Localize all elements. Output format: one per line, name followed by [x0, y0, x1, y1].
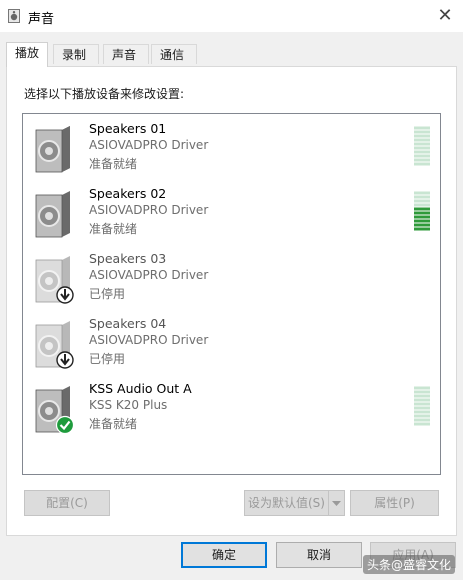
meter-segment [414, 410, 430, 414]
speaker-disabled-icon [35, 321, 74, 369]
meter-segment [414, 402, 430, 406]
window-title: 声音 [28, 12, 55, 27]
meter-segment [414, 386, 430, 390]
meter-segment [414, 138, 430, 142]
meter-segment [414, 130, 430, 134]
meter-segment [414, 211, 430, 215]
device-name: Speakers 03 [89, 251, 167, 266]
volume-meter [414, 191, 430, 231]
meter-segment [414, 154, 430, 158]
meter-segment [414, 223, 430, 227]
tab-playback[interactable]: 播放 [6, 42, 48, 67]
speaker-default-icon [35, 386, 75, 434]
meter-segment [414, 158, 430, 162]
device-driver: ASIOVADPRO Driver [89, 333, 209, 347]
set-default-button[interactable]: 设为默认值(S) [244, 490, 345, 516]
instruction-text: 选择以下播放设备来修改设置: [24, 87, 185, 101]
properties-button[interactable]: 属性(P) [350, 490, 439, 516]
device-driver: ASIOVADPRO Driver [89, 203, 209, 217]
device-item-speakers-02[interactable]: Speakers 02 ASIOVADPRO Driver 准备就绪 [23, 183, 440, 247]
device-driver: ASIOVADPRO Driver [89, 268, 209, 282]
speaker-icon [35, 191, 70, 238]
meter-segment [414, 422, 430, 426]
device-item-speakers-01[interactable]: Speakers 01 ASIOVADPRO Driver 准备就绪 [23, 118, 440, 182]
meter-segment [414, 162, 430, 166]
ok-button[interactable]: 确定 [181, 542, 267, 568]
meter-segment [414, 146, 430, 150]
speaker-app-icon [8, 9, 20, 23]
set-default-label: 设为默认值(S) [248, 496, 325, 510]
chevron-down-icon[interactable] [328, 491, 344, 515]
meter-segment [414, 191, 430, 195]
device-status: 准备就绪 [89, 157, 138, 171]
volume-meter [414, 126, 430, 166]
speaker-disabled-icon [35, 256, 74, 304]
tab-sounds[interactable]: 声音 [103, 44, 149, 64]
meter-segment [414, 406, 430, 410]
tab-communications[interactable]: 通信 [151, 44, 197, 64]
meter-segment [414, 199, 430, 203]
meter-segment [414, 150, 430, 154]
meter-segment [414, 215, 430, 219]
device-item-speakers-04[interactable]: Speakers 04 ASIOVADPRO Driver 已停用 [23, 313, 440, 377]
device-item-kss-audio-out-a[interactable]: KSS Audio Out A KSS K20 Plus 准备就绪 [23, 378, 440, 442]
device-name: Speakers 04 [89, 316, 167, 331]
configure-button[interactable]: 配置(C) [24, 490, 110, 516]
meter-segment [414, 142, 430, 146]
device-name: Speakers 01 [89, 121, 167, 136]
device-status: 准备就绪 [89, 222, 138, 236]
meter-segment [414, 219, 430, 223]
device-status: 已停用 [89, 287, 126, 301]
cancel-button[interactable]: 取消 [276, 542, 362, 568]
device-driver: ASIOVADPRO Driver [89, 138, 209, 152]
close-icon[interactable]: ✕ [433, 4, 457, 28]
meter-segment [414, 126, 430, 130]
tab-recording[interactable]: 录制 [53, 44, 99, 64]
meter-segment [414, 134, 430, 138]
device-name: Speakers 02 [89, 186, 167, 201]
meter-segment [414, 414, 430, 418]
speaker-icon [35, 126, 70, 173]
meter-segment [414, 390, 430, 394]
meter-segment [414, 398, 430, 402]
meter-segment [414, 203, 430, 207]
meter-segment [414, 227, 430, 231]
meter-segment [414, 394, 430, 398]
watermark: 头条@盛睿文化 [362, 555, 455, 574]
device-name: KSS Audio Out A [89, 381, 192, 396]
meter-segment [414, 207, 430, 211]
volume-meter [414, 386, 430, 426]
device-list[interactable]: Speakers 01 ASIOVADPRO Driver 准备就绪 Speak… [22, 113, 441, 475]
playback-panel: 选择以下播放设备来修改设置: Speakers 01 ASIOVADPRO Dr… [6, 66, 457, 536]
meter-segment [414, 418, 430, 422]
device-status: 准备就绪 [89, 417, 138, 431]
title-bar: 声音 ✕ [0, 0, 463, 32]
device-status: 已停用 [89, 352, 126, 366]
device-item-speakers-03[interactable]: Speakers 03 ASIOVADPRO Driver 已停用 [23, 248, 440, 312]
device-driver: KSS K20 Plus [89, 398, 168, 412]
meter-segment [414, 195, 430, 199]
